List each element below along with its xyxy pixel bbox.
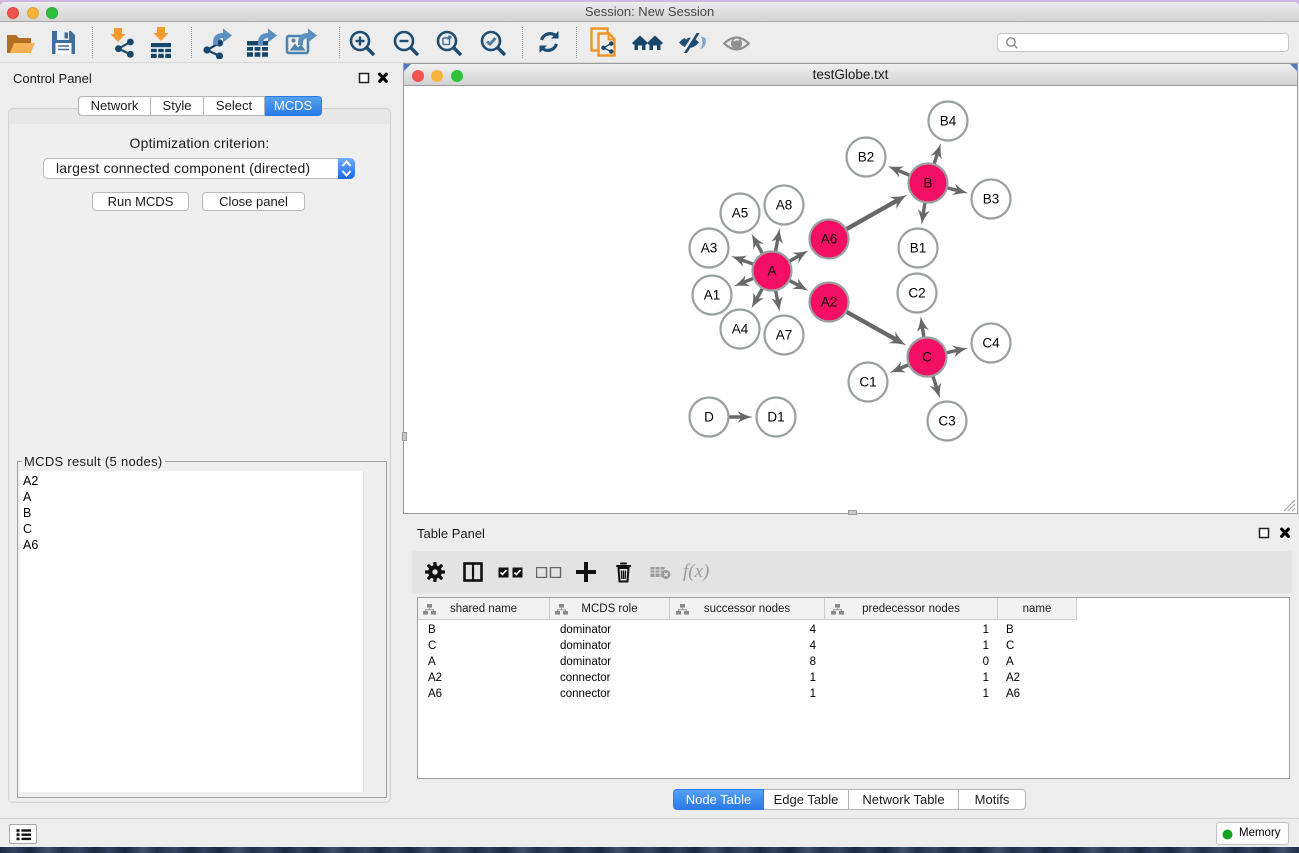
svg-text:A3: A3 [701,241,718,256]
svg-text:C4: C4 [982,336,1000,351]
svg-text:A5: A5 [732,206,749,221]
svg-text:D1: D1 [767,410,784,425]
svg-text:A7: A7 [776,328,793,343]
svg-text:B3: B3 [983,192,1000,207]
svg-text:C3: C3 [938,414,955,429]
svg-text:A: A [767,264,776,279]
svg-text:A4: A4 [732,322,749,337]
svg-text:A6: A6 [821,232,838,247]
svg-text:C: C [922,350,932,365]
svg-text:A1: A1 [704,288,721,303]
svg-text:A8: A8 [776,198,793,213]
svg-text:f(x): f(x) [683,561,709,582]
svg-text:C2: C2 [908,286,925,301]
svg-text:B4: B4 [940,114,957,129]
svg-text:B1: B1 [910,241,927,256]
svg-text:B: B [923,176,932,191]
svg-text:C1: C1 [859,375,876,390]
svg-text:A2: A2 [821,295,838,310]
svg-text:B2: B2 [858,150,875,165]
svg-text:D: D [704,410,714,425]
